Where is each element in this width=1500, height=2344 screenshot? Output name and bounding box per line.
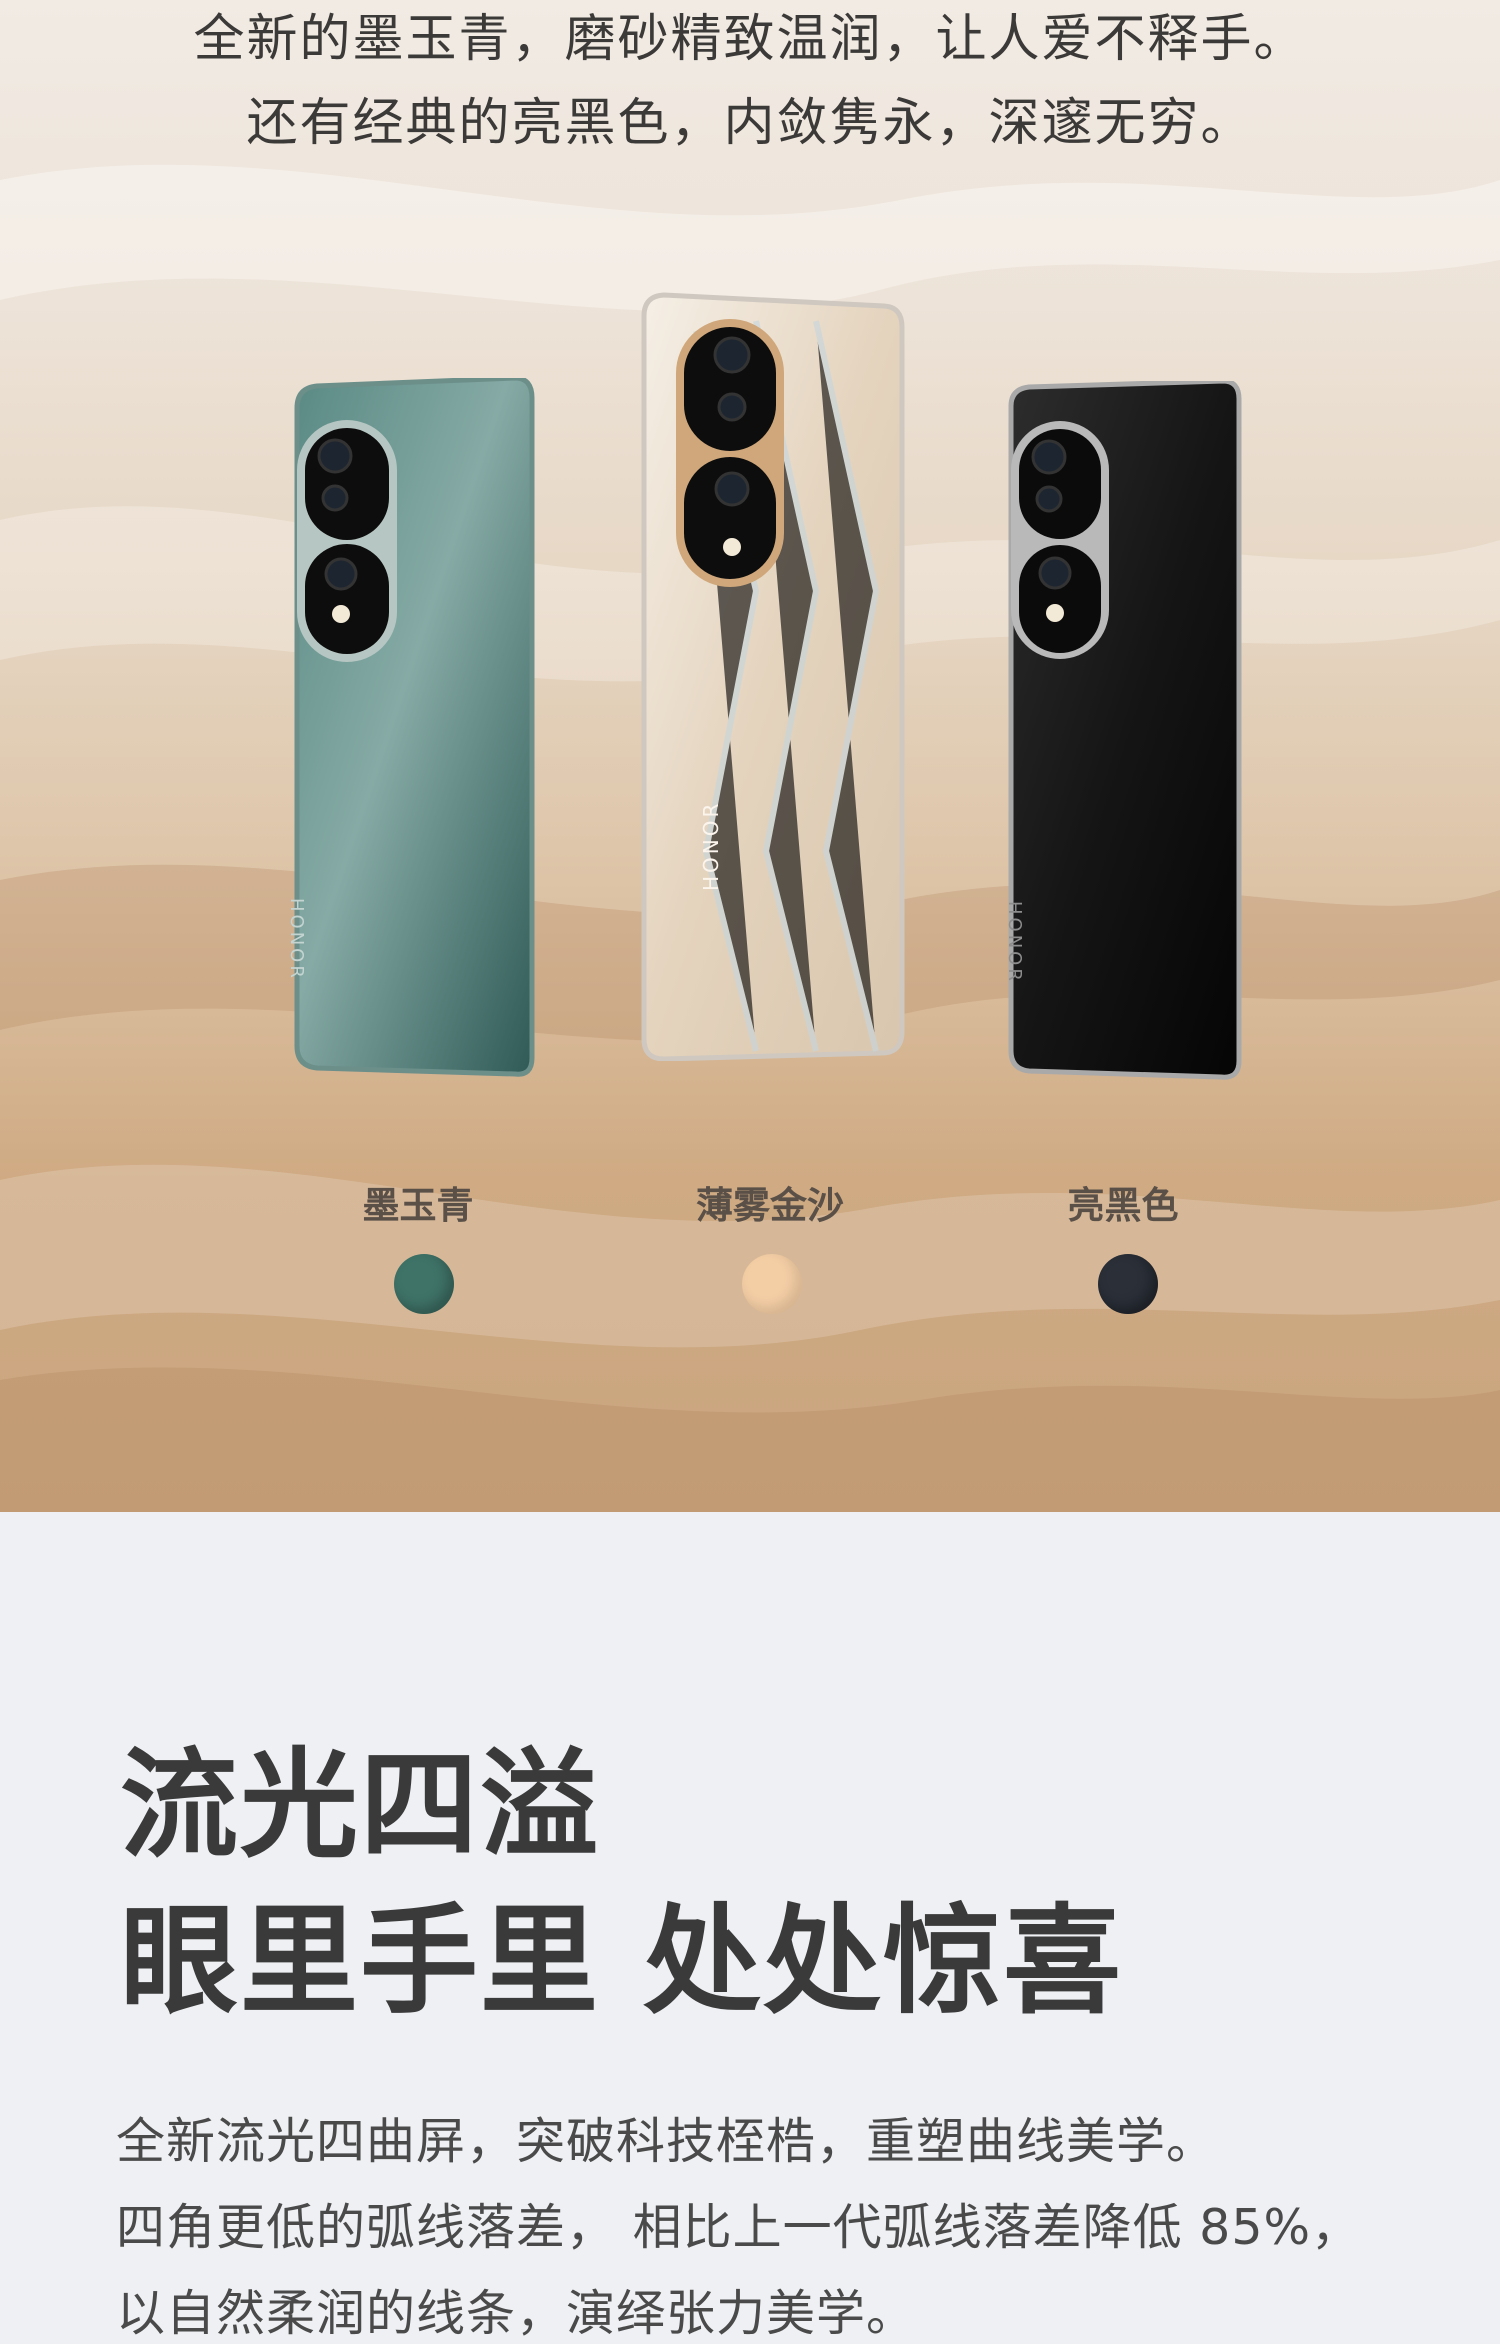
phone-glossy-black: HONOR (1003, 381, 1243, 1081)
intro-line-1: 全新的墨玉青，磨砂精致温润，让人爱不释手。 (193, 10, 1307, 69)
color-name-glossy-black: 亮黑色 (1067, 1184, 1179, 1227)
display-feature-section: 流光四溢 眼里手里 处处惊喜 全新流光四曲屏，突破科技桎梏，重塑曲线美学。 四角… (0, 1512, 1500, 2342)
phone-mist-gold: HONOR (636, 291, 906, 1061)
feature-body-line-2: 四角更低的弧线落差， 相比上一代弧线落差降低 85%， (116, 2199, 1362, 2256)
feature-headline-line-1: 流光四溢 (120, 1736, 601, 1874)
color-name-mist-gold: 薄雾金沙 (696, 1184, 844, 1227)
color-name-jade-green: 墨玉青 (362, 1184, 474, 1227)
feature-body-line-1: 全新流光四曲屏，突破科技桎梏，重塑曲线美学。 (116, 2113, 1217, 2170)
swatch-jade-green[interactable] (394, 1254, 454, 1314)
color-showcase-section: 全新的墨玉青，磨砂精致温润，让人爱不释手。 还有经典的亮黑色，内敛隽永，深邃无穷… (0, 0, 1500, 1512)
swatch-mist-gold[interactable] (742, 1254, 802, 1314)
swatch-glossy-black[interactable] (1098, 1254, 1158, 1314)
phone-brand-label-2: HONOR (699, 800, 723, 891)
phone-brand-label-3: HONOR (1004, 901, 1025, 984)
feature-headline-line-2: 眼里手里 处处惊喜 (120, 1892, 1124, 2030)
phone-jade-green: HONOR (286, 378, 537, 1078)
phone-brand-label-1: HONOR (286, 898, 307, 981)
intro-line-2: 还有经典的亮黑色，内敛隽永，深邃无穷。 (246, 94, 1254, 153)
feature-body-line-3: 以自然柔润的线条，演绎张力美学。 (116, 2285, 917, 2342)
